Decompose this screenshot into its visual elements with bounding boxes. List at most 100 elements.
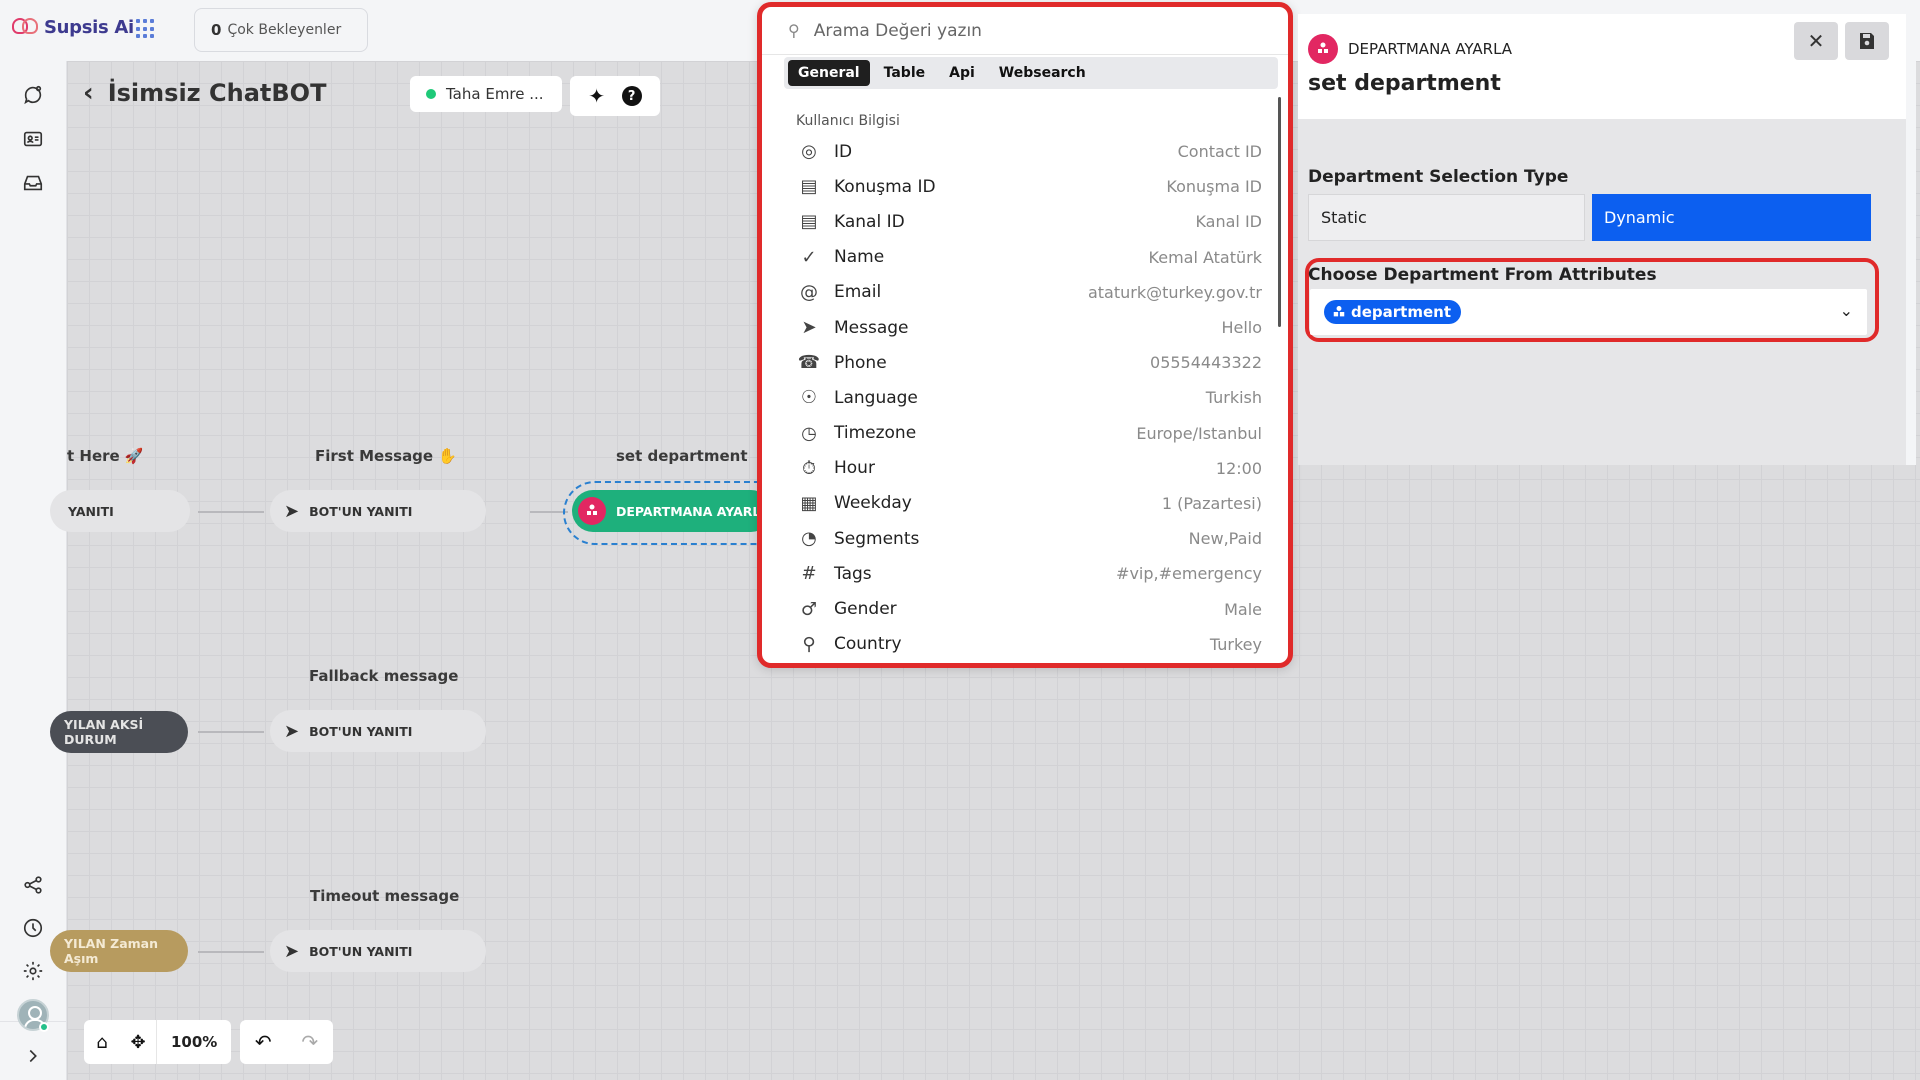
list-item[interactable]: ⏱ Hour 12:00 (796, 451, 1262, 486)
chevron-right-icon[interactable] (20, 1043, 46, 1069)
department-icon (578, 497, 606, 525)
node-label: YILAN AKSİ DURUM (64, 717, 144, 747)
panel-node-type: DEPARTMANA AYARLA (1308, 34, 1512, 64)
attribute-chip-label: department (1351, 303, 1451, 321)
flow-node-timeout[interactable]: YILAN Zaman Aşım (50, 930, 188, 972)
logo-icon (12, 16, 40, 38)
list-item[interactable]: @ Email ataturk@turkey.gov.tr (796, 275, 1262, 310)
inbox-icon[interactable] (20, 170, 46, 196)
flow-node-timeout-reply[interactable]: ➤ BOT'UN YANITI (270, 930, 486, 972)
history-toolbar: ↶ ↷ (240, 1020, 333, 1064)
list-item[interactable]: ☎ Phone 05554443322 (796, 345, 1262, 380)
attribute-name: Name (834, 247, 885, 268)
flow-node-fallback[interactable]: YILAN AKSİ DURUM (50, 711, 188, 753)
back-arrow-icon[interactable]: ‹ (83, 78, 94, 108)
help-icon[interactable]: ? (621, 86, 642, 106)
flow-node-first-message[interactable]: ➤ BOT'UN YANITI (270, 490, 486, 532)
attribute-name: Gender (834, 599, 897, 620)
attribute-value: Turkey (1209, 634, 1262, 654)
list-item[interactable]: ☉ Language Turkish (796, 380, 1262, 415)
attribute-name: Message (834, 317, 909, 338)
chevron-down-icon[interactable]: ⌄ (1840, 301, 1853, 320)
list-item[interactable]: ⚲ Country Turkey (796, 627, 1262, 662)
chat-icon[interactable] (20, 82, 46, 108)
save-button[interactable] (1845, 22, 1889, 60)
undo-icon[interactable]: ↶ (255, 1030, 272, 1054)
list-item[interactable]: ▤ Konuşma ID Konuşma ID (796, 169, 1262, 204)
home-icon[interactable]: ⌂ (84, 1020, 120, 1064)
list-item[interactable]: ◔ Segments New,Paid (796, 521, 1262, 556)
apps-grid-icon[interactable] (136, 19, 156, 39)
section-label: Kullanıcı Bilgisi (796, 113, 900, 129)
attribute-name: Hour (834, 458, 875, 479)
node-type-label: DEPARTMANA AYARLA (1348, 40, 1513, 58)
bot-title-bar: ‹ İsimsiz ChatBOT (83, 78, 326, 108)
list-item[interactable]: ▦ Weekday 1 (Pazartesi) (796, 486, 1262, 521)
waiting-count: 0 (211, 21, 222, 39)
timer-icon: ⏱ (801, 457, 817, 479)
flow-node-fallback-reply[interactable]: ➤ BOT'UN YANITI (270, 710, 486, 752)
scrollbar[interactable] (1278, 97, 1281, 327)
online-dot-icon (426, 89, 436, 99)
send-icon: ➤ (284, 720, 300, 742)
send-icon: ➤ (801, 317, 817, 339)
attribute-tabs: General Table Api Websearch (784, 57, 1278, 89)
at-icon: @ (800, 281, 818, 303)
user-name: Taha Emre ... (446, 85, 544, 103)
node-label: YILAN Zaman Aşım (64, 936, 159, 966)
tab-table[interactable]: Table (874, 60, 936, 86)
online-status-dot (39, 1022, 49, 1032)
clock-icon[interactable] (20, 915, 46, 941)
contacts-icon[interactable] (20, 126, 46, 152)
close-button[interactable]: ✕ (1794, 22, 1838, 60)
brand-logo[interactable]: Supsis Ai (12, 16, 134, 38)
attribute-name: Language (834, 387, 918, 408)
zoom-level[interactable]: 100% (156, 1020, 231, 1064)
tab-api[interactable]: Api (939, 60, 985, 86)
brand-name: Supsis Ai (44, 16, 134, 38)
attribute-select[interactable]: department ⌄ (1310, 289, 1867, 335)
tab-general[interactable]: General (788, 60, 870, 86)
list-item[interactable]: # Tags #vip,#emergency (796, 556, 1262, 591)
dynamic-option-button[interactable]: Dynamic (1592, 194, 1871, 241)
check-icon: ✓ (801, 246, 817, 268)
settings-icon[interactable] (20, 958, 46, 984)
share-icon[interactable] (20, 872, 46, 898)
move-icon[interactable]: ✥ (120, 1020, 156, 1064)
left-sidebar (0, 61, 67, 1080)
active-user-chip[interactable]: Taha Emre ... (410, 76, 562, 112)
flow-label-start: t Here 🚀 (67, 447, 144, 465)
department-icon (1333, 306, 1345, 317)
attribute-picker-popup: ⚲ Arama Değeri yazın General Table Api W… (757, 2, 1293, 668)
sparkle-icon[interactable]: ✦ (588, 84, 605, 108)
panel-title[interactable]: set department (1308, 71, 1501, 96)
flow-node-start-reply[interactable]: YANITI (50, 490, 190, 532)
attribute-chip[interactable]: department (1324, 300, 1461, 324)
list-item[interactable]: ◎ ID Contact ID (796, 134, 1262, 169)
attribute-name: Segments (834, 528, 920, 549)
panel-scrollbar[interactable] (1906, 14, 1916, 465)
attribute-search[interactable]: ⚲ Arama Değeri yazın (762, 7, 1288, 55)
node-config-panel: DEPARTMANA AYARLA set department ✕ Depar… (1298, 14, 1906, 465)
list-item[interactable]: ♂ Gender Male (796, 591, 1262, 626)
phone-icon: ☎ (797, 352, 821, 374)
waiting-filter-button[interactable]: 0 Çok Bekleyenler (194, 8, 368, 52)
close-icon: ✕ (1807, 29, 1825, 53)
flow-label-first-message: First Message ✋ (315, 447, 457, 465)
page-title[interactable]: İsimsiz ChatBOT (108, 79, 327, 107)
flow-node-set-department[interactable]: DEPARTMANA AYARLA (572, 490, 772, 532)
search-icon: ⚲ (788, 21, 800, 40)
node-label: BOT'UN YANITI (309, 503, 413, 519)
attribute-name: Tags (834, 563, 872, 584)
tab-websearch[interactable]: Websearch (989, 60, 1096, 86)
attribute-name: Kanal ID (834, 211, 905, 232)
search-input[interactable]: Arama Değeri yazın (814, 21, 982, 41)
list-item[interactable]: ➤ Message Hello (796, 310, 1262, 345)
list-item[interactable]: ✓ Name Kemal Atatürk (796, 240, 1262, 275)
static-option-button[interactable]: Static (1308, 194, 1585, 241)
flow-connector (198, 511, 264, 513)
redo-icon[interactable]: ↷ (301, 1030, 318, 1054)
list-item[interactable]: ▤ Kanal ID Kanal ID (796, 204, 1262, 239)
hashtag-icon: # (801, 563, 817, 585)
list-item[interactable]: ◷ Timezone Europe/Istanbul (796, 416, 1262, 451)
